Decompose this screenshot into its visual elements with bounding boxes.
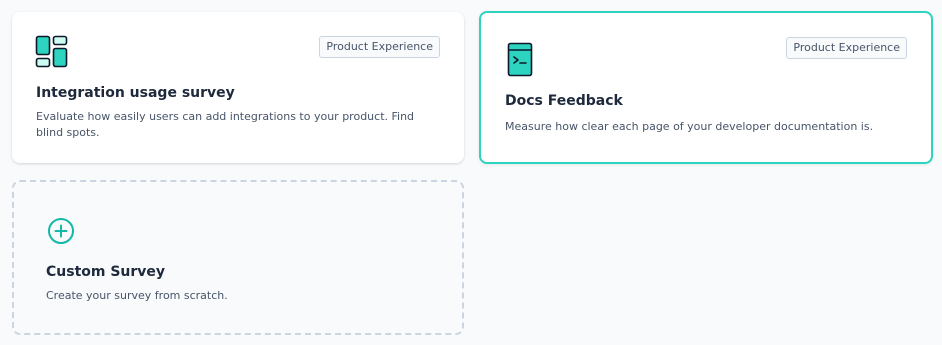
custom-survey-card[interactable]: Custom Survey Create your survey from sc…	[12, 180, 464, 335]
template-card-integration-usage-survey[interactable]: Product Experience Integration usage sur…	[12, 12, 464, 163]
template-card-docs-feedback[interactable]: Product Experience Docs Feedback Measure…	[479, 11, 933, 164]
category-badge: Product Experience	[319, 36, 440, 58]
custom-survey-description: Create your survey from scratch.	[46, 289, 228, 302]
template-description: Evaluate how easily users can add integr…	[36, 110, 415, 139]
template-description: Measure how clear each page of your deve…	[505, 120, 874, 133]
dashboard-grid-icon	[35, 35, 69, 73]
template-title: Docs Feedback	[505, 93, 623, 109]
template-title: Integration usage survey	[36, 85, 235, 101]
category-badge: Product Experience	[786, 37, 907, 59]
plus-circle-icon	[47, 217, 75, 249]
custom-survey-title: Custom Survey	[46, 264, 166, 280]
terminal-book-icon	[507, 42, 535, 82]
